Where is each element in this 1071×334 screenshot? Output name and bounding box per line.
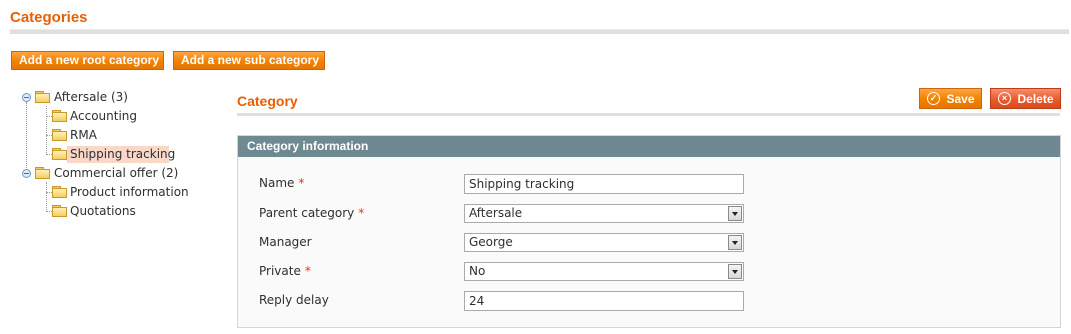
add-sub-category-button[interactable]: Add a new sub category (173, 51, 325, 70)
manager-value: George (469, 235, 513, 249)
tree-connector (46, 182, 47, 212)
check-circle-icon: ✓ (927, 92, 940, 105)
category-divider (237, 113, 1060, 116)
folder-icon (52, 129, 67, 141)
tree-node-label: Shipping tracking (70, 147, 176, 161)
tree-node-commercial-offer[interactable]: Commercial offer (2) (22, 164, 192, 182)
page-title: Categories (10, 9, 88, 26)
fieldset-header: Category information (238, 136, 1060, 157)
save-button-label: Save (946, 92, 975, 106)
folder-icon (35, 91, 50, 103)
delete-button-label: Delete (1017, 92, 1054, 106)
tree-node-label: Product information (70, 185, 189, 199)
name-field[interactable] (464, 174, 744, 194)
folder-icon (52, 186, 67, 198)
tree-node-quotations[interactable]: Quotations (52, 202, 192, 220)
save-button[interactable]: ✓ Save (919, 88, 982, 109)
folder-icon (52, 205, 67, 217)
reply-delay-label: Reply delay (259, 293, 329, 307)
title-divider (10, 29, 1069, 34)
tree-node-label: Accounting (70, 109, 138, 123)
required-marker: * (304, 264, 311, 278)
name-label: Name * (259, 176, 305, 190)
category-heading: Category (237, 93, 298, 109)
chevron-down-icon[interactable] (728, 235, 742, 250)
category-information-fieldset: Category information Name* Parent catego… (237, 135, 1061, 328)
private-label: Private * (259, 264, 311, 278)
folder-icon (52, 110, 67, 122)
tree-node-accounting[interactable]: Accounting (52, 107, 192, 125)
private-select[interactable]: No (464, 262, 744, 281)
add-root-category-button[interactable]: Add a new root category (11, 51, 164, 70)
reply-delay-field[interactable] (464, 291, 744, 311)
tree-node-label: Commercial offer (2) (54, 166, 179, 180)
manager-label: Manager (259, 235, 312, 249)
tree-node-product-information[interactable]: Product information (52, 183, 212, 201)
folder-icon (52, 148, 67, 160)
parent-category-select[interactable]: Aftersale (464, 204, 744, 223)
tree-node-label: RMA (70, 128, 97, 142)
required-marker: * (298, 176, 305, 190)
category-tree: Aftersale (3) Accounting RMA Shipping tr… (22, 88, 222, 228)
folder-icon (35, 167, 50, 179)
chevron-down-icon[interactable] (728, 264, 742, 279)
tree-node-label: Aftersale (3) (54, 90, 128, 104)
manager-select[interactable]: George (464, 233, 744, 252)
delete-button[interactable]: × Delete (990, 88, 1061, 109)
collapse-toggle-icon[interactable] (22, 93, 31, 102)
tree-node-shipping-tracking[interactable]: Shipping tracking (52, 145, 192, 163)
required-marker: * (358, 206, 365, 220)
tree-connector (26, 102, 27, 172)
collapse-toggle-icon[interactable] (22, 169, 31, 178)
tree-node-rma[interactable]: RMA (52, 126, 192, 144)
chevron-down-icon[interactable] (728, 206, 742, 221)
tree-node-aftersale[interactable]: Aftersale (3) (22, 88, 162, 106)
tree-connector (46, 106, 47, 155)
tree-node-label: Quotations (70, 204, 136, 218)
x-circle-icon: × (998, 92, 1011, 105)
private-value: No (469, 264, 486, 278)
parent-category-label: Parent category * (259, 206, 365, 220)
parent-category-value: Aftersale (469, 206, 523, 220)
